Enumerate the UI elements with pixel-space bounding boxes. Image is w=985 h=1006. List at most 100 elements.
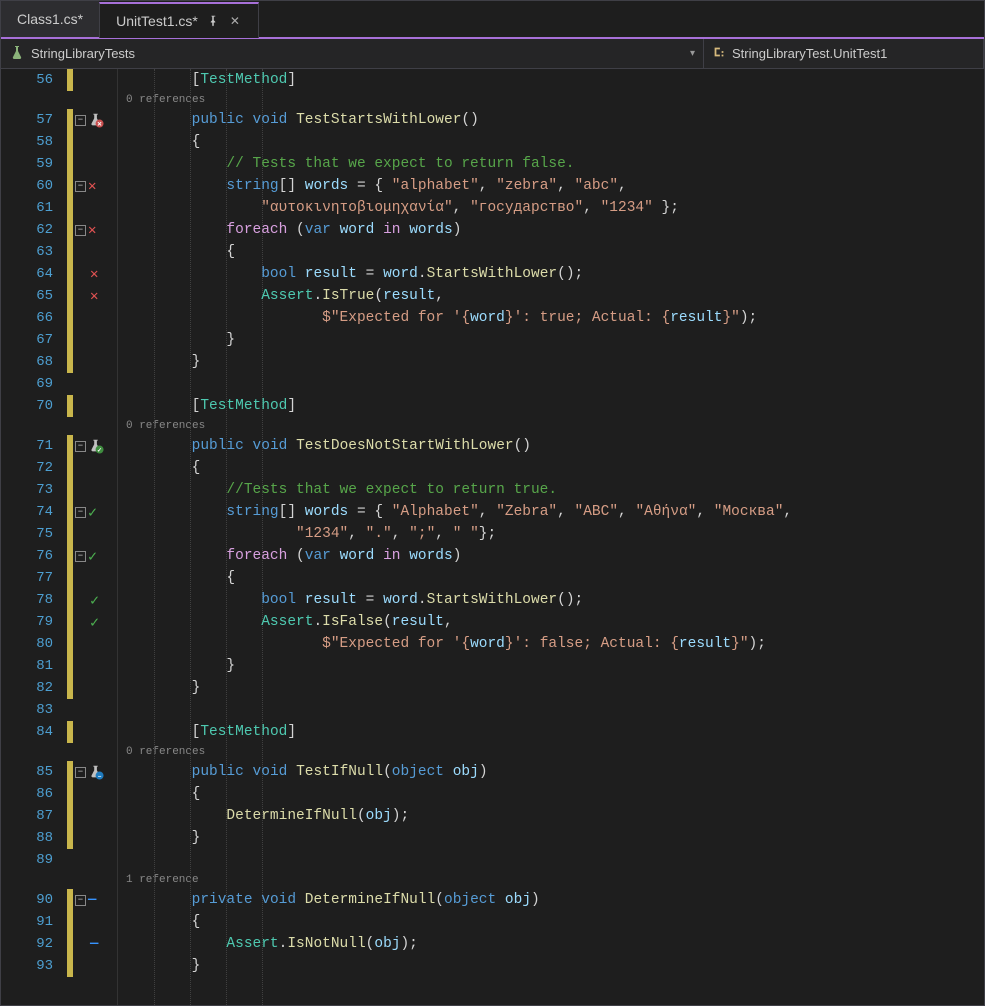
pin-icon[interactable]: [206, 14, 220, 28]
code-line[interactable]: [122, 373, 984, 395]
codelens[interactable]: 0 references: [122, 417, 984, 435]
code-line[interactable]: string[] words = { "Alphabet", "Zebra", …: [122, 501, 984, 523]
line-number-spacer: [1, 91, 53, 109]
code-line[interactable]: $"Expected for '{word}': false; Actual: …: [122, 633, 984, 655]
code-line[interactable]: [TestMethod]: [122, 395, 984, 417]
line-number: 89: [1, 849, 53, 871]
code-line[interactable]: }: [122, 677, 984, 699]
fold-icon[interactable]: −: [75, 767, 86, 778]
line-number-spacer: [1, 417, 53, 435]
line-number: 74: [1, 501, 53, 523]
code-line[interactable]: [122, 699, 984, 721]
code-line[interactable]: }: [122, 329, 984, 351]
code-line[interactable]: DetermineIfNull(obj);: [122, 805, 984, 827]
code-line[interactable]: public void TestStartsWithLower(): [122, 109, 984, 131]
code-line[interactable]: }: [122, 655, 984, 677]
line-status: [73, 827, 117, 849]
nav-class-dropdown[interactable]: StringLibraryTest.UnitTest1: [704, 39, 984, 68]
code-line[interactable]: }: [122, 955, 984, 977]
line-status: ✕: [73, 285, 117, 307]
code-line[interactable]: //Tests that we expect to return true.: [122, 479, 984, 501]
line-status: [73, 329, 117, 351]
line-status: −—: [73, 889, 117, 911]
line-number: 70: [1, 395, 53, 417]
line-number: 79: [1, 611, 53, 633]
tab-unittest1[interactable]: UnitTest1.cs* ✕: [99, 2, 259, 38]
line-status: [73, 131, 117, 153]
code-line[interactable]: foreach (var word in words): [122, 219, 984, 241]
code-line[interactable]: Assert.IsNotNull(obj);: [122, 933, 984, 955]
fold-icon[interactable]: −: [75, 507, 86, 518]
line-number: 76: [1, 545, 53, 567]
code-line[interactable]: [TestMethod]: [122, 721, 984, 743]
code-line[interactable]: Assert.IsTrue(result,: [122, 285, 984, 307]
code-line[interactable]: private void DetermineIfNull(object obj): [122, 889, 984, 911]
line-status: [73, 805, 117, 827]
code-area[interactable]: [TestMethod] 0 references public void Te…: [118, 69, 984, 1005]
codelens[interactable]: 0 references: [122, 91, 984, 109]
code-line[interactable]: {: [122, 567, 984, 589]
code-line[interactable]: {: [122, 131, 984, 153]
codelens[interactable]: 0 references: [122, 743, 984, 761]
code-line[interactable]: bool result = word.StartsWithLower();: [122, 589, 984, 611]
flask-icon: [9, 44, 25, 63]
line-status: [73, 523, 117, 545]
code-line[interactable]: }: [122, 351, 984, 373]
code-line[interactable]: "1234", ".", ";", " "};: [122, 523, 984, 545]
code-line[interactable]: "αυτοκινητοβιομηχανία", "государство", "…: [122, 197, 984, 219]
close-icon[interactable]: ✕: [228, 14, 242, 28]
code-line[interactable]: // Tests that we expect to return false.: [122, 153, 984, 175]
test-flask-icon: ✕: [88, 112, 104, 128]
code-line[interactable]: }: [122, 827, 984, 849]
code-line[interactable]: {: [122, 457, 984, 479]
fold-icon[interactable]: −: [75, 551, 86, 562]
line-status: [73, 633, 117, 655]
line-status: ✓: [73, 611, 117, 633]
line-status: [73, 955, 117, 977]
line-status: [73, 849, 117, 871]
line-number: 92: [1, 933, 53, 955]
fold-icon[interactable]: −: [75, 225, 86, 236]
nav-class-label: StringLibraryTest.UnitTest1: [732, 46, 887, 61]
code-editor[interactable]: 5657585960616263646566676869707172737475…: [1, 69, 984, 1005]
code-line[interactable]: public void TestDoesNotStartWithLower(): [122, 435, 984, 457]
nav-project-dropdown[interactable]: StringLibraryTests ▾: [1, 39, 704, 68]
line-status: —: [73, 933, 117, 955]
code-line[interactable]: public void TestIfNull(object obj): [122, 761, 984, 783]
code-line[interactable]: [122, 849, 984, 871]
code-line[interactable]: foreach (var word in words): [122, 545, 984, 567]
fold-icon[interactable]: −: [75, 181, 86, 192]
line-number: 73: [1, 479, 53, 501]
line-number: 93: [1, 955, 53, 977]
code-line[interactable]: [TestMethod]: [122, 69, 984, 91]
svg-text:✓: ✓: [97, 447, 102, 454]
code-line[interactable]: bool result = word.StartsWithLower();: [122, 263, 984, 285]
test-status-column: − ✕ −✕−✕✕✕− ✓ −✓−✓✓✓− – −——: [73, 69, 117, 1005]
line-status: [73, 153, 117, 175]
line-number: 63: [1, 241, 53, 263]
code-line[interactable]: Assert.IsFalse(result,: [122, 611, 984, 633]
tab-label: Class1.cs*: [17, 11, 83, 27]
code-line[interactable]: {: [122, 783, 984, 805]
code-line[interactable]: {: [122, 911, 984, 933]
line-number: 64: [1, 263, 53, 285]
tab-class1[interactable]: Class1.cs*: [1, 1, 99, 37]
fold-icon[interactable]: −: [75, 895, 86, 906]
line-status: − –: [73, 761, 117, 783]
line-status: [73, 699, 117, 721]
line-status: ✓: [73, 589, 117, 611]
line-number: 67: [1, 329, 53, 351]
code-line[interactable]: string[] words = { "alphabet", "zebra", …: [122, 175, 984, 197]
line-status: [73, 241, 117, 263]
nav-project-label: StringLibraryTests: [31, 46, 135, 61]
fold-icon[interactable]: −: [75, 115, 86, 126]
fold-icon[interactable]: −: [75, 441, 86, 452]
line-number: 72: [1, 457, 53, 479]
line-status: [73, 307, 117, 329]
line-number: 88: [1, 827, 53, 849]
line-status: [73, 721, 117, 743]
code-line[interactable]: $"Expected for '{word}': true; Actual: {…: [122, 307, 984, 329]
gutter: 5657585960616263646566676869707172737475…: [1, 69, 118, 1005]
code-line[interactable]: {: [122, 241, 984, 263]
codelens[interactable]: 1 reference: [122, 871, 984, 889]
